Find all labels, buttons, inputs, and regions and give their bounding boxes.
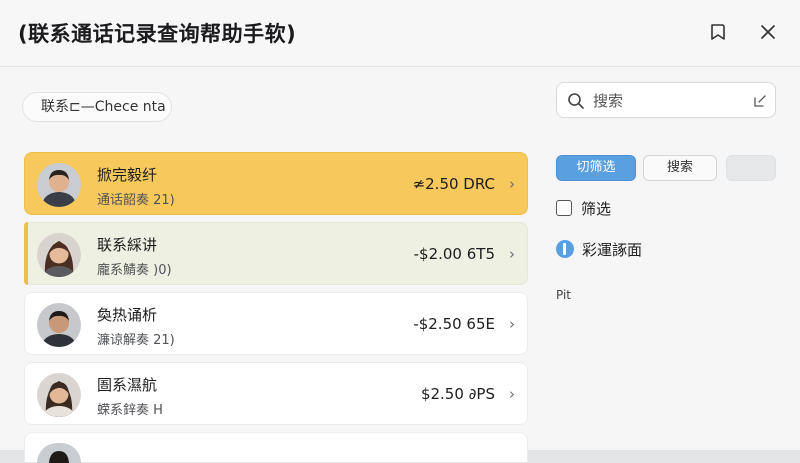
contact-subtitle: 龐系鯖奏 )0) xyxy=(97,263,172,278)
contact-name: 掀完毅纤 xyxy=(97,166,158,184)
filter-checkbox[interactable] xyxy=(556,200,572,216)
close-button[interactable] xyxy=(756,20,780,44)
chevron-right-icon: › xyxy=(509,385,515,403)
contact-amount: -$2.50 65E xyxy=(413,315,495,333)
avatar xyxy=(37,303,81,347)
section-label: Pit xyxy=(556,288,572,302)
person-avatar-icon xyxy=(37,163,81,207)
avatar xyxy=(37,443,81,463)
person-avatar-icon xyxy=(37,443,81,463)
search-icon xyxy=(567,92,585,110)
contact-subtitle: 蝾系鋅奏 H xyxy=(97,403,163,418)
avatar xyxy=(37,233,81,277)
contact-subtitle: 通话韶奏 21) xyxy=(97,193,175,208)
contact-row[interactable] xyxy=(24,432,528,463)
avatar xyxy=(37,373,81,417)
filter-checkbox-row[interactable]: 筛选 xyxy=(556,198,611,218)
book-icon xyxy=(711,24,725,40)
chevron-right-icon: › xyxy=(509,175,515,193)
option-toggle-row[interactable]: 彩運諑面 xyxy=(556,239,642,259)
contact-name: 联系綵讲 xyxy=(97,236,158,254)
contact-amount: $2.50 ∂PS xyxy=(420,385,495,403)
contact-amount: -$2.00 6T5 xyxy=(413,245,495,263)
search-tab[interactable]: 搜索 xyxy=(643,155,717,181)
close-icon xyxy=(761,25,775,39)
contact-name: 圄系濕航 xyxy=(97,376,158,394)
option-toggle[interactable] xyxy=(556,240,574,258)
contact-subtitle: 濂谅解奏 21) xyxy=(97,333,175,348)
contact-amount: ≄2.50 DRC xyxy=(412,175,495,193)
filter-tab[interactable]: 切筛选 xyxy=(556,155,636,181)
chevron-right-icon: › xyxy=(509,245,515,263)
avatar xyxy=(37,163,81,207)
option-toggle-label: 彩運諑面 xyxy=(582,240,643,259)
edit-icon[interactable] xyxy=(753,93,767,107)
bookmark-button[interactable] xyxy=(706,20,730,44)
search-input[interactable] xyxy=(591,87,745,115)
person-avatar-icon xyxy=(37,233,81,277)
contact-row[interactable]: 奐热诵析 濂谅解奏 21) -$2.50 65E › xyxy=(24,292,528,355)
extra-tab[interactable] xyxy=(726,155,776,181)
search-box[interactable] xyxy=(556,82,776,118)
contact-row[interactable]: 掀完毅纤 通话韶奏 21) ≄2.50 DRC › xyxy=(24,152,528,215)
contact-row[interactable]: 联系綵讲 龐系鯖奏 )0) -$2.00 6T5 › xyxy=(24,222,528,285)
window-title: (联系通话记录查询帮助手软) xyxy=(18,22,297,46)
filter-checkbox-label: 筛选 xyxy=(581,199,612,218)
chevron-right-icon: › xyxy=(509,315,515,333)
app-window: (联系通话记录查询帮助手软) 联系⊏—Chece nta 掀完毅纤 通话韶奏 2… xyxy=(0,0,800,463)
contact-name: 奐热诵析 xyxy=(97,306,158,324)
person-avatar-icon xyxy=(37,373,81,417)
contact-row[interactable]: 圄系濕航 蝾系鋅奏 H $2.50 ∂PS › xyxy=(24,362,528,425)
person-avatar-icon xyxy=(37,303,81,347)
context-chip[interactable]: 联系⊏—Chece nta xyxy=(22,92,172,122)
title-bar: (联系通话记录查询帮助手软) xyxy=(0,0,800,67)
